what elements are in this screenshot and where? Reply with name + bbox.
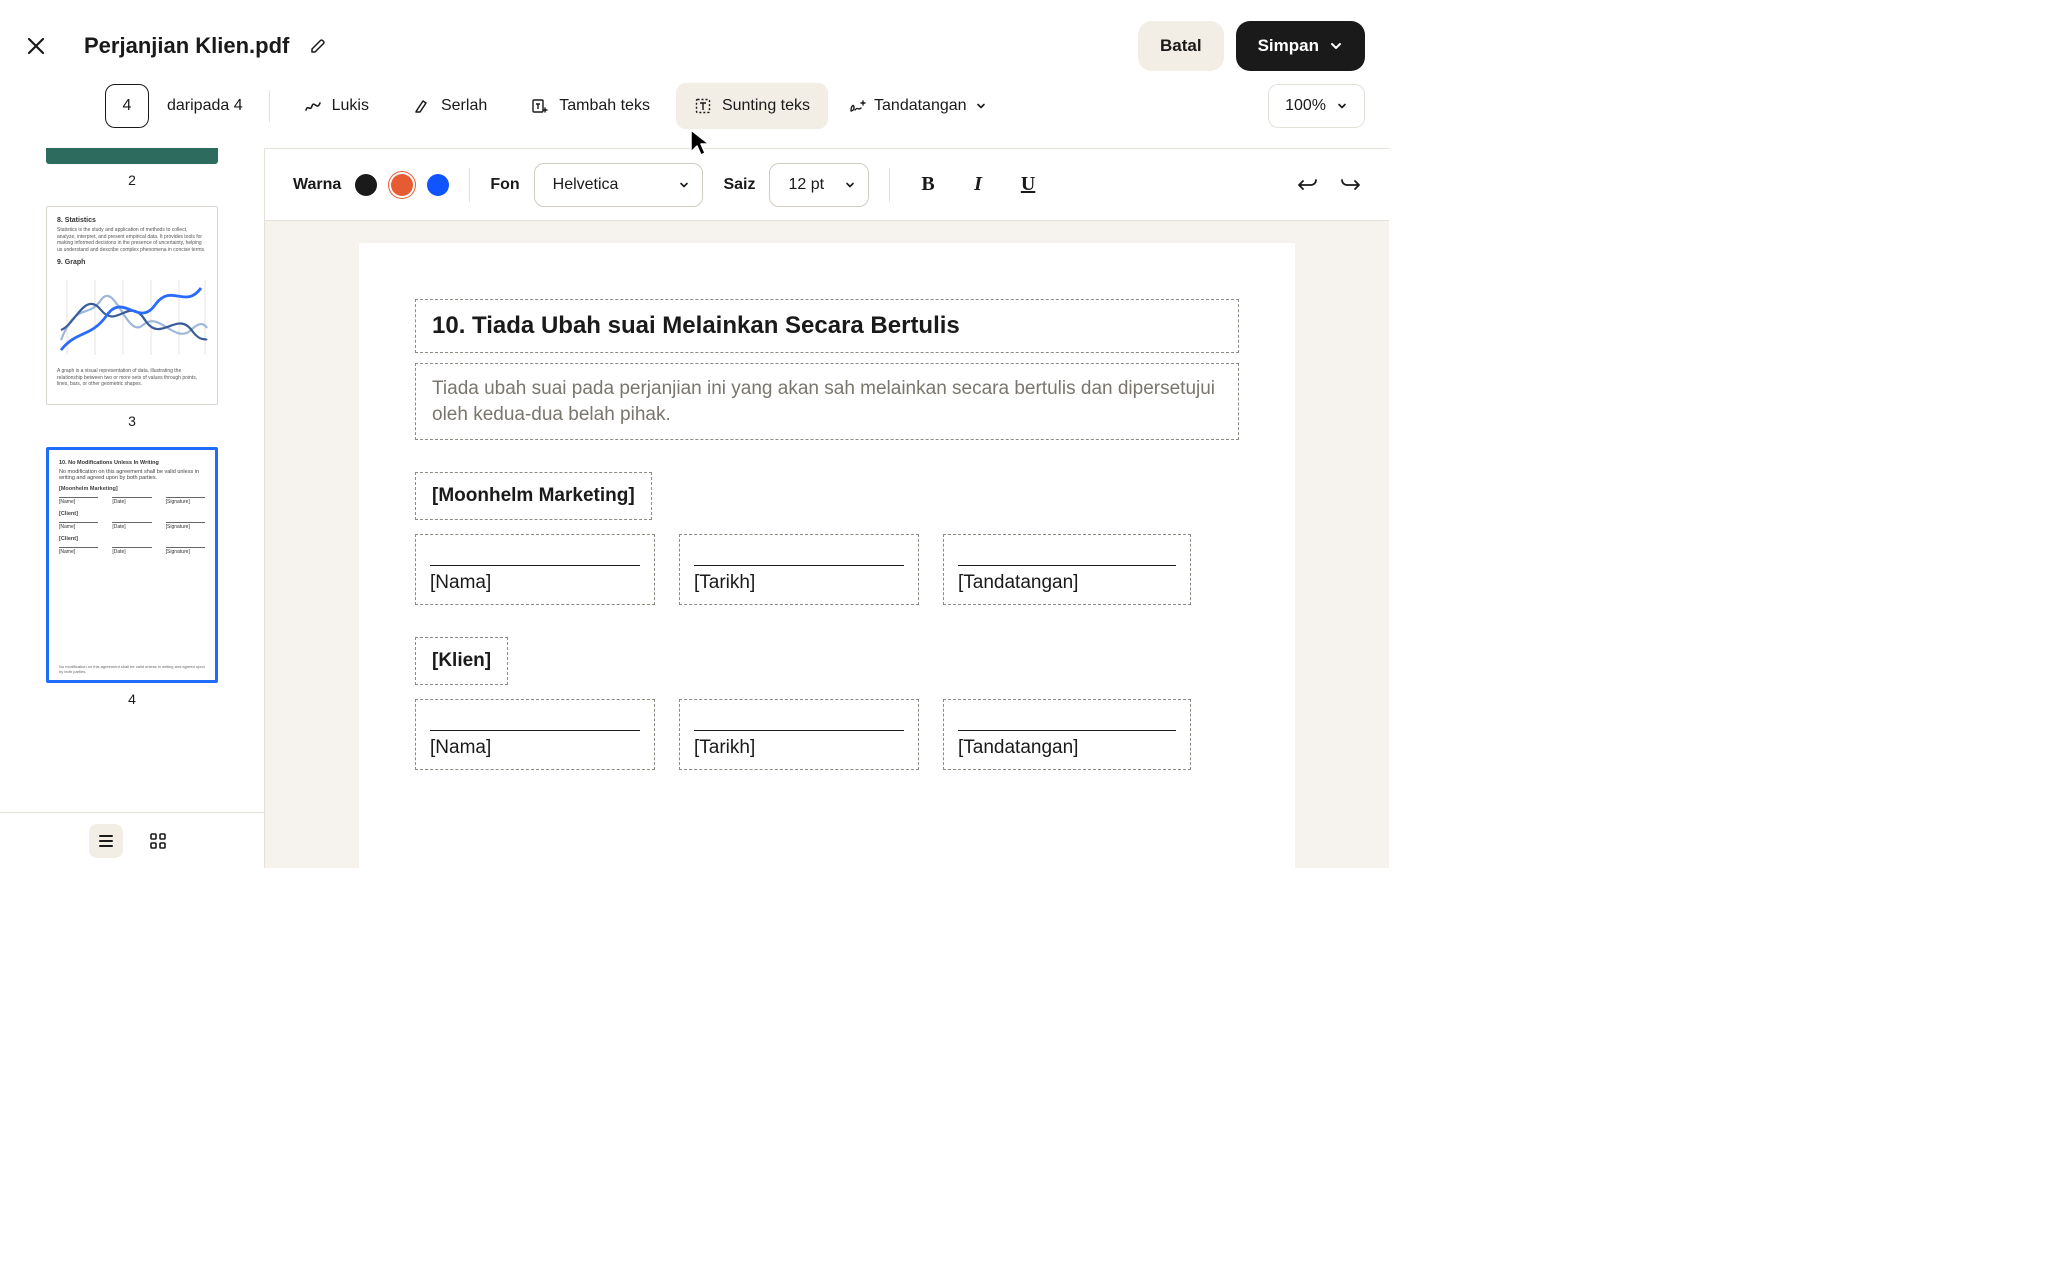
font-label: Fon [490, 176, 519, 194]
italic-button[interactable]: I [960, 167, 996, 203]
view-switcher [0, 812, 264, 868]
add-text-icon [531, 97, 549, 115]
close-icon [26, 36, 46, 56]
chevron-down-icon [1336, 100, 1348, 112]
draw-label: Lukis [332, 97, 369, 115]
list-view-button[interactable] [89, 824, 123, 858]
text-block-party-a[interactable]: [Moonhelm Marketing] [415, 472, 652, 520]
add-text-label: Tambah teks [559, 97, 650, 115]
separator [889, 168, 890, 202]
edit-text-tool[interactable]: Sunting teks [676, 83, 828, 129]
signature-row-b: [Nama] [Tarikh] [Tandatangan] [415, 699, 1239, 770]
zoom-dropdown[interactable]: 100% [1268, 84, 1365, 128]
rename-button[interactable] [307, 35, 329, 57]
undo-icon [1297, 174, 1319, 196]
section-body-text: Tiada ubah suai pada perjanjian ini yang… [432, 376, 1222, 427]
party-a-label: [Moonhelm Marketing] [432, 485, 635, 507]
app-root: Perjanjian Klien.pdf Batal Simpan 4 dari… [0, 0, 1389, 868]
toolbar: 4 daripada 4 Lukis Serlah Tambah teks Su… [0, 78, 1389, 148]
redo-icon [1339, 174, 1361, 196]
sig-name-field[interactable]: [Nama] [415, 534, 655, 605]
add-text-tool[interactable]: Tambah teks [513, 83, 668, 129]
section-title-text: 10. Tiada Ubah suai Melainkan Secara Ber… [432, 312, 1222, 340]
header-bar: Perjanjian Klien.pdf Batal Simpan [0, 0, 1389, 78]
page-total-label: daripada 4 [167, 97, 243, 115]
font-value: Helvetica [553, 176, 619, 194]
highlighter-icon [413, 97, 431, 115]
chevron-down-icon [1329, 39, 1343, 53]
thumbnail-page-4[interactable]: 10. No Modifications Unless In Writing N… [46, 447, 218, 683]
text-block-section-title[interactable]: 10. Tiada Ubah suai Melainkan Secara Ber… [415, 299, 1239, 353]
underline-button[interactable]: U [1010, 167, 1046, 203]
thumbnail-number: 2 [128, 172, 136, 188]
sig-signature-field[interactable]: [Tandatangan] [943, 534, 1191, 605]
squiggle-icon [304, 97, 322, 115]
color-label: Warna [293, 176, 341, 194]
signature-icon [848, 97, 866, 115]
text-block-section-body[interactable]: Tiada ubah suai pada perjanjian ini yang… [415, 363, 1239, 440]
sig-date-field[interactable]: [Tarikh] [679, 699, 919, 770]
edit-text-label: Sunting teks [722, 97, 810, 115]
thumbnail-number: 3 [128, 413, 136, 429]
chevron-down-icon [678, 179, 690, 191]
thumbnail-page-2[interactable] [46, 148, 218, 164]
sign-label: Tandatangan [874, 97, 967, 115]
zoom-label: 100% [1285, 97, 1326, 115]
color-blue[interactable] [427, 174, 449, 196]
thumbnail-number: 4 [128, 691, 136, 707]
highlight-tool[interactable]: Serlah [395, 83, 505, 129]
sign-tool[interactable]: Tandatangan [836, 83, 999, 129]
party-b-label: [Klien] [432, 650, 491, 672]
cancel-button[interactable]: Batal [1138, 21, 1224, 71]
undo-button[interactable] [1297, 174, 1319, 196]
bold-button[interactable]: B [910, 167, 946, 203]
main-panel: Warna Fon Helvetica Saiz 12 pt B I U [265, 148, 1389, 868]
sig-name-field[interactable]: [Nama] [415, 699, 655, 770]
sig-date-field[interactable]: [Tarikh] [679, 534, 919, 605]
color-orange-selected[interactable] [391, 174, 413, 196]
document-page[interactable]: 10. Tiada Ubah suai Melainkan Secara Ber… [359, 243, 1295, 868]
chevron-down-icon [844, 179, 856, 191]
redo-button[interactable] [1339, 174, 1361, 196]
save-button[interactable]: Simpan [1236, 21, 1365, 71]
document-title: Perjanjian Klien.pdf [84, 33, 289, 59]
body: 2 8. Statistics Statistics is the study … [0, 148, 1389, 868]
size-select[interactable]: 12 pt [769, 163, 869, 207]
edit-text-icon [694, 97, 712, 115]
format-toolbar: Warna Fon Helvetica Saiz 12 pt B I U [265, 149, 1389, 221]
pencil-icon [310, 38, 326, 54]
draw-tool[interactable]: Lukis [286, 83, 387, 129]
close-button[interactable] [24, 34, 48, 58]
highlight-label: Serlah [441, 97, 487, 115]
list-icon [97, 832, 115, 850]
text-block-party-b[interactable]: [Klien] [415, 637, 508, 685]
document-canvas[interactable]: 10. Tiada Ubah suai Melainkan Secara Ber… [265, 221, 1389, 868]
thumbnail-sidebar: 2 8. Statistics Statistics is the study … [0, 148, 265, 868]
signature-row-a: [Nama] [Tarikh] [Tandatangan] [415, 534, 1239, 605]
grid-icon [149, 832, 167, 850]
color-black[interactable] [355, 174, 377, 196]
grid-view-button[interactable] [141, 824, 175, 858]
size-label: Saiz [723, 176, 755, 194]
thumbnail-page-3[interactable]: 8. Statistics Statistics is the study an… [46, 206, 218, 405]
separator [269, 90, 270, 122]
separator [469, 168, 470, 202]
thumbnail-list[interactable]: 2 8. Statistics Statistics is the study … [0, 148, 264, 812]
save-button-label: Simpan [1258, 36, 1319, 56]
chart-icon [57, 270, 207, 362]
page-number-input[interactable]: 4 [105, 84, 149, 128]
size-value: 12 pt [788, 176, 824, 194]
font-select[interactable]: Helvetica [534, 163, 704, 207]
sig-signature-field[interactable]: [Tandatangan] [943, 699, 1191, 770]
chevron-down-icon [975, 100, 987, 112]
